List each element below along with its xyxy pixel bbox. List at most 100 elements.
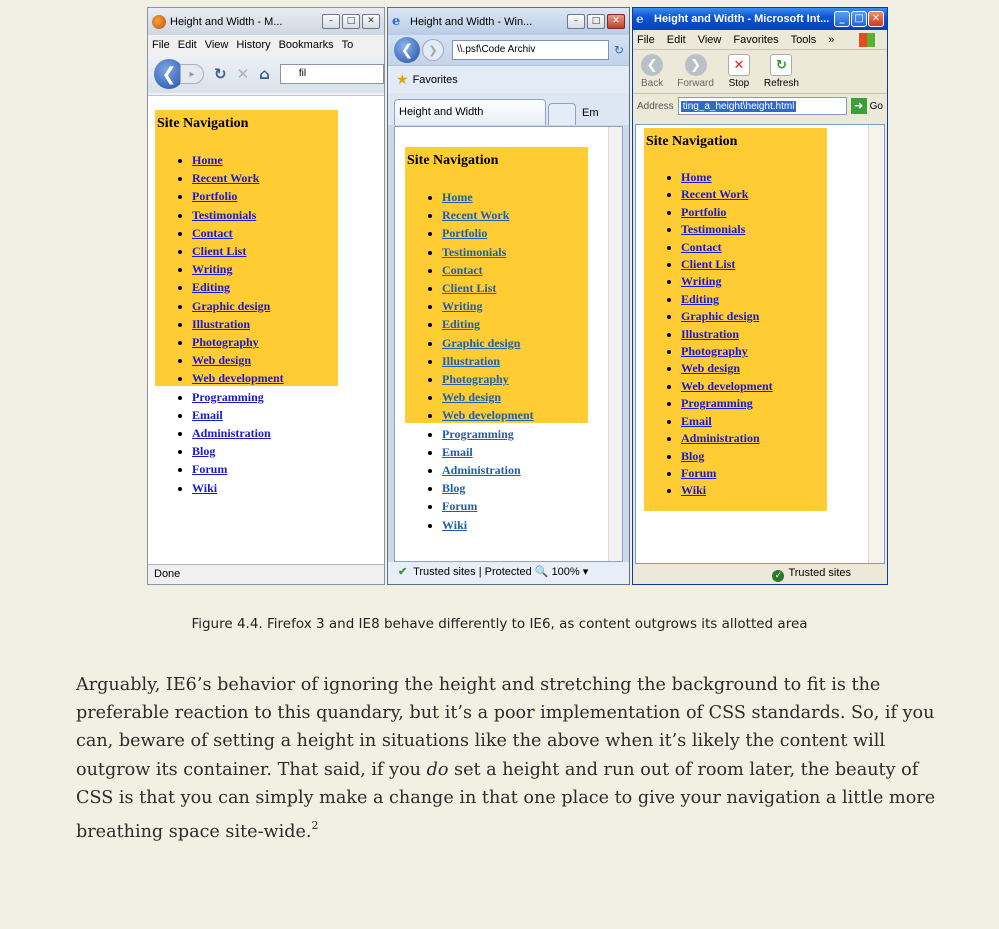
go-button[interactable]: ➜ Go bbox=[850, 98, 883, 114]
nav-link[interactable]: Web design bbox=[442, 390, 501, 404]
reload-icon[interactable]: ↻ bbox=[214, 65, 227, 83]
vertical-scrollbar[interactable] bbox=[608, 127, 622, 561]
nav-link[interactable]: Photography bbox=[442, 372, 509, 386]
menu-history[interactable]: History bbox=[236, 39, 270, 51]
nav-link[interactable]: Photography bbox=[192, 335, 259, 349]
nav-link[interactable]: Administration bbox=[442, 463, 521, 477]
menu-edit[interactable]: Edit bbox=[178, 39, 197, 51]
refresh-icon[interactable]: ↻ bbox=[609, 43, 629, 57]
nav-link[interactable]: Contact bbox=[192, 226, 233, 240]
menu-bookmarks[interactable]: Bookmarks bbox=[279, 39, 334, 51]
nav-link[interactable]: Blog bbox=[442, 481, 465, 495]
menu-tools[interactable]: To bbox=[342, 39, 354, 51]
back-arrow-icon[interactable]: ❮ bbox=[394, 37, 420, 63]
maximize-icon[interactable]: □ bbox=[851, 11, 867, 27]
nav-link[interactable]: Forum bbox=[192, 462, 227, 476]
stop-icon[interactable]: ✕ bbox=[237, 65, 250, 83]
nav-link[interactable]: Home bbox=[192, 153, 223, 167]
nav-link[interactable]: Testimonials bbox=[192, 208, 256, 222]
close-icon[interactable]: ✕ bbox=[362, 14, 380, 29]
nav-link[interactable]: Client List bbox=[192, 244, 246, 258]
refresh-button[interactable]: ↻ Refresh bbox=[764, 54, 799, 89]
nav-link[interactable]: Web development bbox=[192, 371, 284, 385]
email-button[interactable]: Em bbox=[582, 103, 629, 125]
nav-link[interactable]: Graphic design bbox=[681, 309, 759, 323]
nav-link[interactable]: Administration bbox=[681, 431, 760, 445]
nav-link[interactable]: Testimonials bbox=[442, 245, 506, 259]
nav-link[interactable]: Contact bbox=[681, 240, 722, 254]
nav-link[interactable]: Graphic design bbox=[192, 299, 270, 313]
nav-link[interactable]: Client List bbox=[681, 257, 735, 271]
home-icon[interactable]: ⌂ bbox=[259, 65, 270, 83]
nav-link[interactable]: Contact bbox=[442, 263, 483, 277]
nav-link[interactable]: Writing bbox=[681, 274, 721, 288]
address-value[interactable]: ting_a_height\height.html bbox=[680, 100, 797, 112]
menu-favorites[interactable]: Favorites bbox=[733, 34, 778, 46]
nav-link[interactable]: Recent Work bbox=[442, 208, 509, 222]
menu-view[interactable]: View bbox=[698, 34, 722, 46]
close-icon[interactable]: ✕ bbox=[868, 11, 884, 27]
nav-link[interactable]: Testimonials bbox=[681, 222, 745, 236]
zoom-icon[interactable]: 🔍 bbox=[535, 566, 549, 578]
nav-link[interactable]: Editing bbox=[192, 280, 230, 294]
nav-link[interactable]: Home bbox=[442, 190, 473, 204]
menu-edit[interactable]: Edit bbox=[667, 34, 686, 46]
nav-link[interactable]: Illustration bbox=[442, 354, 500, 368]
maximize-icon[interactable]: □ bbox=[342, 14, 360, 29]
nav-link[interactable]: Web design bbox=[192, 353, 251, 367]
nav-link[interactable]: Graphic design bbox=[442, 336, 520, 350]
nav-link[interactable]: Forum bbox=[442, 499, 477, 513]
nav-link[interactable]: Wiki bbox=[681, 483, 706, 497]
zoom-dropdown-icon[interactable]: ▾ bbox=[583, 566, 589, 578]
nav-link[interactable]: Illustration bbox=[192, 317, 250, 331]
nav-link[interactable]: Forum bbox=[681, 466, 716, 480]
nav-link[interactable]: Home bbox=[681, 170, 712, 184]
nav-link[interactable]: Writing bbox=[192, 262, 232, 276]
nav-link[interactable]: Programming bbox=[192, 390, 264, 404]
close-icon[interactable]: ✕ bbox=[607, 14, 625, 29]
nav-link[interactable]: Programming bbox=[442, 427, 514, 441]
nav-link[interactable]: Web development bbox=[681, 379, 773, 393]
menu-file[interactable]: File bbox=[637, 34, 655, 46]
nav-link[interactable]: Photography bbox=[681, 344, 748, 358]
nav-link[interactable]: Editing bbox=[442, 317, 480, 331]
nav-link[interactable]: Email bbox=[681, 414, 712, 428]
footnote-marker[interactable]: 2 bbox=[311, 819, 318, 832]
ie8-address-field[interactable]: \\.psf\Code Archiv bbox=[452, 40, 609, 60]
nav-link[interactable]: Programming bbox=[681, 396, 753, 410]
minimize-icon[interactable]: – bbox=[567, 14, 585, 29]
favorites-star-icon[interactable]: ★ bbox=[396, 71, 409, 88]
new-tab-button[interactable] bbox=[548, 103, 576, 125]
nav-link[interactable]: Administration bbox=[192, 426, 271, 440]
forward-arrow-icon[interactable]: ▸ bbox=[180, 64, 204, 84]
nav-link[interactable]: Email bbox=[442, 445, 473, 459]
nav-link[interactable]: Illustration bbox=[681, 327, 739, 341]
nav-link[interactable]: Portfolio bbox=[192, 189, 237, 203]
nav-link[interactable]: Wiki bbox=[192, 481, 217, 495]
menu-view[interactable]: View bbox=[205, 39, 229, 51]
nav-link[interactable]: Recent Work bbox=[681, 187, 748, 201]
nav-link[interactable]: Portfolio bbox=[442, 226, 487, 240]
minimize-icon[interactable]: _ bbox=[834, 11, 850, 27]
nav-link[interactable]: Wiki bbox=[442, 518, 467, 532]
nav-link[interactable]: Blog bbox=[192, 444, 215, 458]
forward-arrow-icon[interactable]: ❯ bbox=[422, 39, 444, 61]
menu-overflow-icon[interactable]: » bbox=[828, 34, 834, 46]
maximize-icon[interactable]: □ bbox=[587, 14, 605, 29]
back-button[interactable]: ❮ Back bbox=[641, 54, 663, 89]
minimize-icon[interactable]: – bbox=[322, 14, 340, 29]
tab-height-and-width[interactable]: Height and Width bbox=[394, 99, 546, 125]
menu-tools[interactable]: Tools bbox=[791, 34, 817, 46]
nav-link[interactable]: Web development bbox=[442, 408, 534, 422]
favorites-button[interactable]: Favorites bbox=[413, 74, 458, 86]
nav-link[interactable]: Recent Work bbox=[192, 171, 259, 185]
ie6-address-field[interactable]: ting_a_height\height.html bbox=[677, 97, 847, 115]
vertical-scrollbar[interactable] bbox=[868, 125, 884, 563]
nav-link[interactable]: Blog bbox=[681, 449, 704, 463]
firefox-url-field[interactable]: fil bbox=[279, 64, 384, 84]
nav-link[interactable]: Writing bbox=[442, 299, 482, 313]
nav-link[interactable]: Portfolio bbox=[681, 205, 726, 219]
nav-link[interactable]: Email bbox=[192, 408, 223, 422]
nav-link[interactable]: Editing bbox=[681, 292, 719, 306]
forward-button[interactable]: ❯ Forward bbox=[677, 54, 714, 89]
